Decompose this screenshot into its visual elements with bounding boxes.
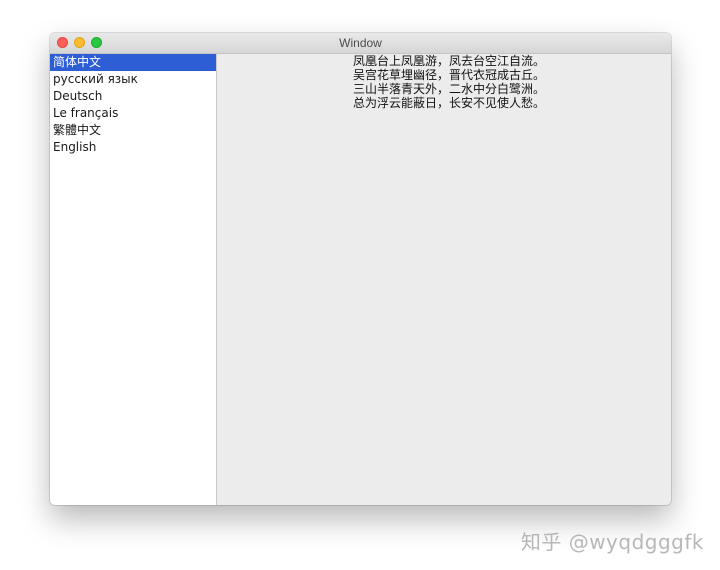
list-item-english[interactable]: English bbox=[50, 139, 216, 156]
language-list[interactable]: 简体中文 русский язык Deutsch Le français 繁體… bbox=[50, 54, 217, 505]
list-item-russian[interactable]: русский язык bbox=[50, 71, 216, 88]
watermark: 知乎 @wyqdgggfk bbox=[520, 530, 704, 554]
list-item-traditional-chinese[interactable]: 繁體中文 bbox=[50, 122, 216, 139]
app-window: Window 简体中文 русский язык Deutsch Le fran… bbox=[50, 33, 671, 505]
window-title: Window bbox=[339, 36, 382, 50]
poem-text: 凤凰台上凤凰游，凤去台空江自流。 吴宫花草埋幽径，晋代衣冠成古丘。 三山半落青天… bbox=[353, 54, 545, 110]
title-bar[interactable]: Window bbox=[50, 33, 671, 54]
list-item-simplified-chinese[interactable]: 简体中文 bbox=[50, 54, 216, 71]
poem-line: 总为浮云能蔽日，长安不见使人愁。 bbox=[353, 96, 546, 110]
poem-line: 三山半落青天外，二水中分白鹭洲。 bbox=[353, 82, 546, 96]
poem-line: 吴宫花草埋幽径，晋代衣冠成古丘。 bbox=[353, 68, 546, 82]
content-pane: 凤凰台上凤凰游，凤去台空江自流。 吴宫花草埋幽径，晋代衣冠成古丘。 三山半落青天… bbox=[217, 54, 671, 505]
poem-line: 凤凰台上凤凰游，凤去台空江自流。 bbox=[353, 54, 546, 68]
list-item-french[interactable]: Le français bbox=[50, 105, 216, 122]
list-item-german[interactable]: Deutsch bbox=[50, 88, 216, 105]
